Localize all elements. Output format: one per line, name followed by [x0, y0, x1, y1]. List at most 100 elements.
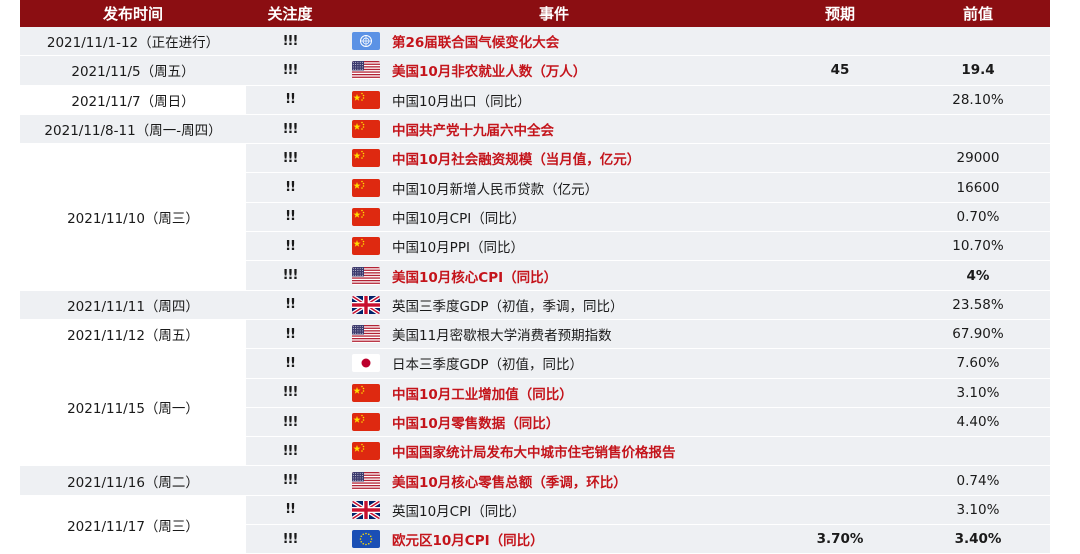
uk-flag-icon [352, 295, 380, 314]
previous-value: 4.40% [906, 407, 1050, 438]
table-row: 2021/11/8-11（周一-周四）!!! 中国共产党十九届六中全会 [20, 114, 1050, 145]
table-row: 2021/11/10（周三）!!! 中国10月社会融资规模（当月值，亿元） 2900… [20, 143, 1050, 291]
event-name: 中国10月工业增加值（同比） [392, 386, 573, 403]
forecast-value [774, 319, 906, 350]
attention-level: !!! [246, 436, 334, 467]
forecast-value [774, 202, 906, 233]
attention-level: !! [246, 231, 334, 262]
table-header-row: 发布时间 关注度 事件 预期 前值 [20, 0, 1050, 27]
previous-value [906, 27, 1050, 57]
cn-flag-icon [352, 383, 380, 402]
event-cell: 美国10月核心CPI（同比） [334, 260, 774, 291]
event-cell: 日本三季度GDP（初值，同比） [334, 348, 774, 379]
event-cell: 美国10月核心零售总额（季调，环比） [334, 465, 774, 496]
event-name: 第26届联合国气候变化大会 [392, 35, 560, 52]
header-forecast: 预期 [774, 0, 906, 27]
cn-flag-icon [352, 120, 380, 139]
forecast-value [774, 436, 906, 467]
previous-value: 19.4 [906, 55, 1050, 86]
forecast-value [774, 143, 906, 174]
us-flag-icon [352, 266, 380, 285]
event-name: 英国三季度GDP（初值，季调，同比） [392, 298, 624, 315]
release-date: 2021/11/15（周一） [20, 348, 246, 467]
forecast-value [774, 172, 906, 203]
event-cell: 美国10月非农就业人数（万人） [334, 55, 774, 86]
table-row: 2021/11/11（周四）!! 英国三季度GDP（初值，季调，同比） 23.58% [20, 290, 1050, 320]
forecast-value: 3.70% [774, 524, 906, 554]
release-date: 2021/11/1-12（正在进行） [20, 27, 246, 57]
forecast-value [774, 85, 906, 115]
table-row: 2021/11/7（周日）!! 中国10月出口（同比） 28.10% [20, 85, 1050, 115]
header-event: 事件 [334, 0, 774, 27]
previous-value: 23.58% [906, 290, 1050, 320]
header-date: 发布时间 [20, 0, 246, 27]
calendar-table-container: 发布时间 关注度 事件 预期 前值 2021/11/1-12（正在进行）!!! 第… [20, 0, 1050, 554]
attention-level: !! [246, 172, 334, 203]
forecast-value [774, 260, 906, 291]
forecast-value [774, 465, 906, 496]
previous-value: 67.90% [906, 319, 1050, 350]
un-flag-icon [352, 32, 380, 51]
event-calendar-table: 发布时间 关注度 事件 预期 前值 2021/11/1-12（正在进行）!!! 第… [20, 0, 1050, 554]
release-date: 2021/11/7（周日） [20, 85, 246, 115]
forecast-value [774, 290, 906, 320]
previous-value: 29000 [906, 143, 1050, 174]
event-cell: 中国10月CPI（同比） [334, 202, 774, 233]
table-row: 2021/11/16（周二）!!! 美国10月核心零售总额（季调，环比） 0.74% [20, 465, 1050, 496]
event-cell: 英国10月CPI（同比） [334, 495, 774, 526]
attention-level: !! [246, 319, 334, 350]
event-name: 美国10月非农就业人数（万人） [392, 64, 587, 81]
release-date: 2021/11/12（周五） [20, 319, 246, 350]
previous-value: 4% [906, 260, 1050, 291]
attention-level: !!! [246, 143, 334, 174]
cn-flag-icon [352, 90, 380, 109]
event-name: 英国10月CPI（同比） [392, 503, 526, 520]
previous-value: 7.60% [906, 348, 1050, 379]
previous-value: 0.74% [906, 465, 1050, 496]
previous-value: 0.70% [906, 202, 1050, 233]
table-row: 2021/11/17（周三）!! 英国10月CPI（同比） 3.10% [20, 495, 1050, 554]
event-name: 中国10月CPI（同比） [392, 210, 526, 227]
release-date: 2021/11/10（周三） [20, 143, 246, 291]
previous-value: 3.40% [906, 524, 1050, 554]
uk-flag-icon [352, 500, 380, 519]
event-cell: 欧元区10月CPI（同比） [334, 524, 774, 554]
us-flag-icon [352, 471, 380, 490]
event-cell: 第26届联合国气候变化大会 [334, 27, 774, 57]
previous-value [906, 436, 1050, 467]
us-flag-icon [352, 61, 380, 80]
attention-level: !!! [246, 55, 334, 86]
event-name: 美国10月核心零售总额（季调，环比） [392, 474, 627, 491]
event-name: 中国10月出口（同比） [392, 93, 531, 110]
header-attention: 关注度 [246, 0, 334, 27]
event-name: 中国10月PPI（同比） [392, 240, 524, 257]
attention-level: !! [246, 348, 334, 379]
release-date: 2021/11/17（周三） [20, 495, 246, 554]
forecast-value [774, 407, 906, 438]
previous-value: 10.70% [906, 231, 1050, 262]
event-name: 中国国家统计局发布大中城市住宅销售价格报告 [392, 445, 676, 462]
attention-level: !! [246, 85, 334, 115]
event-name: 中国共产党十九届六中全会 [392, 123, 554, 140]
forecast-value [774, 27, 906, 57]
cn-flag-icon [352, 149, 380, 168]
previous-value: 28.10% [906, 85, 1050, 115]
us-flag-icon [352, 325, 380, 344]
release-date: 2021/11/5（周五） [20, 55, 246, 86]
attention-level: !! [246, 290, 334, 320]
attention-level: !! [246, 495, 334, 526]
previous-value: 3.10% [906, 495, 1050, 526]
event-name: 中国10月社会融资规模（当月值，亿元） [392, 152, 641, 169]
cn-flag-icon [352, 413, 380, 431]
forecast-value [774, 378, 906, 408]
header-previous: 前值 [906, 0, 1050, 27]
forecast-value [774, 231, 906, 262]
attention-level: !!! [246, 378, 334, 408]
attention-level: !! [246, 202, 334, 233]
event-name: 日本三季度GDP（初值，同比） [392, 357, 583, 374]
event-cell: 中国10月PPI（同比） [334, 231, 774, 262]
previous-value [906, 114, 1050, 145]
attention-level: !!! [246, 524, 334, 554]
cn-flag-icon [352, 207, 380, 226]
event-cell: 中国10月新增人民币贷款（亿元） [334, 172, 774, 203]
